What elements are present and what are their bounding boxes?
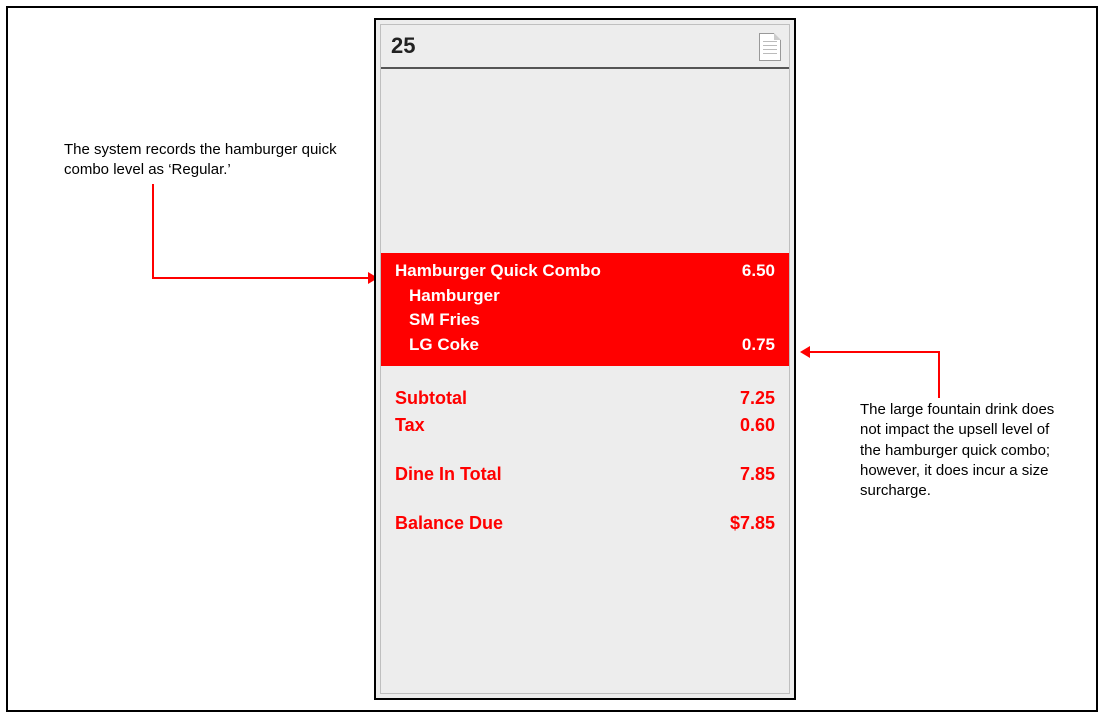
dinein-value: 7.85 xyxy=(740,461,775,488)
tax-row: Tax 0.60 xyxy=(395,412,775,439)
tax-value: 0.60 xyxy=(740,412,775,439)
annotation-left: The system records the hamburger quick c… xyxy=(64,140,360,181)
order-subitem-3-price: 0.75 xyxy=(742,333,775,358)
receipt-panel: 25 Hamburger Quick Combo 6.50 Hamburger … xyxy=(374,18,796,700)
dinein-row: Dine In Total 7.85 xyxy=(395,461,775,488)
connector-left-vertical xyxy=(152,184,154,279)
order-subitem-3-name: LG Coke xyxy=(395,333,479,358)
receipt-header: 25 xyxy=(381,25,789,69)
receipt-panel-inner: 25 Hamburger Quick Combo 6.50 Hamburger … xyxy=(380,24,790,694)
combo-name: Hamburger Quick Combo xyxy=(395,259,601,284)
subtotal-value: 7.25 xyxy=(740,385,775,412)
order-subitem-2: SM Fries xyxy=(395,308,775,333)
annotation-right: The large fountain drink does not impact… xyxy=(860,400,1070,501)
order-subitem-1: Hamburger xyxy=(395,284,775,309)
figure-frame: The system records the hamburger quick c… xyxy=(6,6,1098,712)
order-item-combo: Hamburger Quick Combo 6.50 xyxy=(395,259,775,284)
connector-right-horizontal xyxy=(808,351,940,353)
connector-right-vertical xyxy=(938,351,940,398)
tax-label: Tax xyxy=(395,412,425,439)
dinein-label: Dine In Total xyxy=(395,461,502,488)
balance-value: $7.85 xyxy=(730,510,775,537)
order-subitem-3: LG Coke 0.75 xyxy=(395,333,775,358)
order-items-block: Hamburger Quick Combo 6.50 Hamburger SM … xyxy=(381,253,789,366)
subtotal-row: Subtotal 7.25 xyxy=(395,385,775,412)
receipt-icon xyxy=(759,33,781,61)
balance-label: Balance Due xyxy=(395,510,503,537)
connector-left-horizontal xyxy=(152,277,374,279)
subtotal-label: Subtotal xyxy=(395,385,467,412)
order-number: 25 xyxy=(391,33,415,58)
combo-price: 6.50 xyxy=(742,259,775,284)
totals-block: Subtotal 7.25 Tax 0.60 Dine In Total 7.8… xyxy=(395,385,775,537)
balance-row: Balance Due $7.85 xyxy=(395,510,775,537)
